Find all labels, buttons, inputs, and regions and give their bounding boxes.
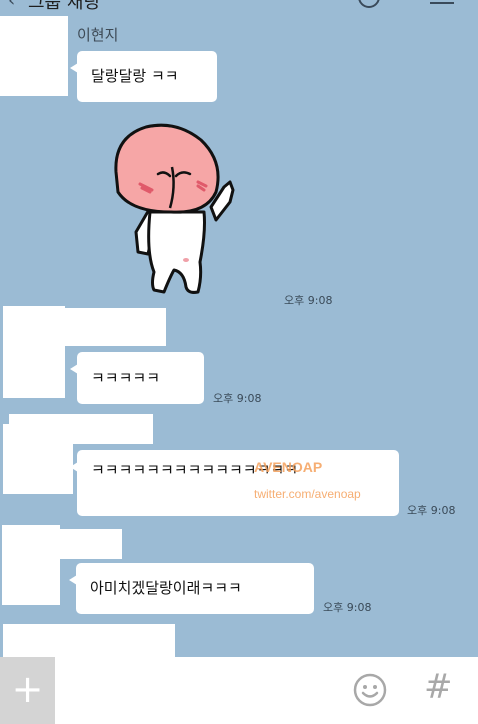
message-bubble[interactable]: 아미치겠달랑이래ㅋㅋㅋ: [69, 563, 314, 614]
avatar-mask: [2, 525, 60, 605]
message-bubble[interactable]: ㅋㅋㅋㅋㅋㅋㅋㅋㅋㅋㅋㅋㅋㅋㅋ: [70, 450, 399, 516]
avatar-mask: [3, 624, 175, 658]
timestamp: 오후 9:08: [323, 601, 372, 614]
menu-icon[interactable]: [430, 2, 454, 4]
timestamp: 오후 9:08: [407, 504, 456, 517]
message-text: 달랑달랑 ㅋㅋ: [91, 67, 179, 85]
message-text: 아미치겠달랑이래ㅋㅋㅋ: [90, 579, 242, 597]
watermark-url: twitter.com/avenoap: [254, 487, 361, 501]
timestamp: 오후 9:08: [284, 294, 333, 307]
name-mask: [56, 529, 122, 559]
timestamp: 오후 9:08: [213, 392, 262, 405]
watermark-logo: AVENOAP: [254, 459, 323, 475]
search-icon[interactable]: [358, 0, 380, 8]
avatar-mask: [3, 306, 65, 398]
avatar-mask: [0, 16, 68, 96]
emoticon-icon[interactable]: [352, 672, 388, 708]
back-icon[interactable]: ‹: [8, 0, 15, 10]
hash-icon[interactable]: #: [424, 667, 453, 707]
peach-sticker[interactable]: [106, 112, 246, 294]
peach-sticker-image: [114, 123, 235, 294]
plus-button[interactable]: +: [0, 657, 55, 724]
chat-header: ‹ 그룹 채팅: [0, 0, 478, 10]
message-bubble[interactable]: 달랑달랑 ㅋㅋ: [70, 51, 217, 102]
avatar-mask: [3, 424, 73, 494]
message-bubble[interactable]: ㅋㅋㅋㅋㅋ: [70, 352, 204, 404]
message-text: ㅋㅋㅋㅋㅋ: [91, 369, 161, 387]
chat-title: 그룹 채팅: [28, 0, 100, 10]
name-mask: [60, 308, 166, 346]
sender-name: 이현지: [77, 26, 119, 44]
input-bar: + #: [0, 657, 478, 724]
